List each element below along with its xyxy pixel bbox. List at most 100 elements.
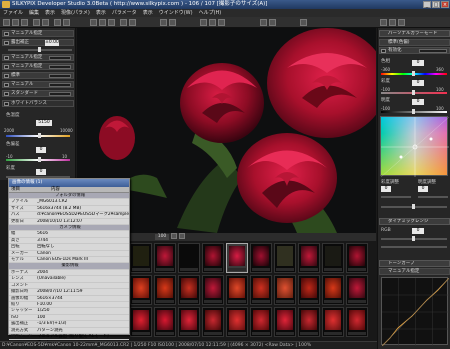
thumbnail[interactable] [274,275,296,305]
thumbnail[interactable] [322,275,344,305]
save-icon[interactable] [12,19,19,26]
sharpness-row[interactable]: 標準 [2,72,74,79]
zoom-out-icon[interactable] [179,233,185,239]
style-checkbox[interactable] [4,92,9,96]
thumbnail[interactable] [346,307,368,337]
menu-edit[interactable]: 編集 [29,9,39,17]
noise-row[interactable]: マニュアル [2,81,74,88]
undo-icon[interactable] [33,19,40,26]
tone-checkbox[interactable] [4,56,9,60]
info-icon[interactable] [218,19,225,26]
white-balance-checkbox[interactable] [4,102,9,106]
rotate-left-icon[interactable] [54,19,61,26]
dynamic-range-header[interactable]: ダイナミックレンジ [379,218,450,225]
menu-view-2[interactable]: 表示 [96,9,106,17]
lightness-value[interactable]: 0 [412,99,424,105]
preset-row[interactable]: マニュアル指定 [2,30,74,37]
color-dev-knob[interactable] [38,157,41,162]
tone-curve-header[interactable]: トーンカーブ [379,260,450,267]
maximize-button[interactable]: □ [432,1,440,8]
zoom-value[interactable]: 100 [155,234,169,240]
thumbnail[interactable] [250,307,272,337]
menu-help[interactable]: ヘルプ(H) [199,9,222,17]
sharpness-dropdown[interactable] [49,74,71,78]
tone-curve-select[interactable]: マニュアル指定 [379,268,450,275]
color-row[interactable]: マニュアル指定 [2,63,74,70]
noise-checkbox[interactable] [4,83,9,87]
rotate-right-icon[interactable] [63,19,70,26]
thumbnail[interactable] [322,307,344,337]
thumbnail[interactable] [322,243,344,273]
thumbnail[interactable] [346,275,368,305]
info-panel-title[interactable]: 画像の情報 (1) [9,179,129,187]
thumbnail[interactable] [154,243,176,273]
white-balance-header[interactable]: ホワイトバランス [2,100,74,107]
histogram-icon[interactable] [209,19,216,26]
open-folder-icon[interactable] [3,19,10,26]
color-dropdown[interactable] [49,65,71,69]
saturation-value[interactable]: 0 [36,169,46,175]
range-knob-c[interactable] [412,204,415,209]
hue-knob[interactable] [412,71,415,76]
color-temp-knob[interactable] [38,133,41,138]
tone-curve-graph[interactable] [381,277,450,347]
thumbnail[interactable] [226,307,248,337]
menu-file[interactable]: ファイル [3,9,23,17]
rgb-value[interactable]: 0 [412,228,424,234]
thumbnail[interactable] [202,243,224,273]
exposure-slider-knob[interactable] [38,47,41,52]
range-slider-b[interactable] [418,196,448,198]
color-dev-value[interactable]: 0 [36,147,46,153]
thumbnail[interactable] [130,275,152,305]
menu-parameter[interactable]: パラメータ [112,9,137,17]
thumbnail-selected[interactable] [226,243,248,273]
parameter-icon[interactable] [380,19,387,26]
exposure-value[interactable]: ±0.00 [45,40,59,46]
thumbnail[interactable] [274,307,296,337]
color-temp-value[interactable]: 5150 [36,120,52,126]
thumbnail[interactable] [130,307,152,337]
saturation-value-r[interactable]: 0 [412,80,424,86]
color-wheel[interactable] [380,116,450,178]
close-button[interactable]: × [441,1,449,8]
thumbnail[interactable] [250,275,272,305]
thumbnail[interactable] [274,243,296,273]
rgb-knob[interactable] [412,236,415,241]
rgb-slider-2[interactable] [381,246,447,248]
fullscreen-icon[interactable] [300,19,307,26]
zoom-icon[interactable] [120,19,127,26]
thumbnail[interactable] [250,243,272,273]
thumbnail[interactable] [178,307,200,337]
thumbnail[interactable] [226,275,248,305]
color-checkbox[interactable] [4,65,9,69]
thumbnail[interactable] [154,307,176,337]
tone-dropdown[interactable] [49,56,71,60]
range-slider-a[interactable] [381,196,411,198]
print-icon[interactable] [21,19,28,26]
color-mode-select[interactable]: 標準(色偏) [379,39,450,46]
thumbnail[interactable] [202,275,224,305]
menu-view-3[interactable]: 表示 [143,9,153,17]
paste-parameter-icon[interactable] [398,19,405,26]
grid-icon[interactable] [200,19,207,26]
thumbnail[interactable] [346,243,368,273]
thumbnail[interactable] [178,243,200,273]
sharpness-checkbox[interactable] [4,74,9,78]
copy-parameter-icon[interactable] [389,19,396,26]
saturation-knob-r[interactable] [412,90,415,95]
thumbnail[interactable] [298,243,320,273]
enable-checkbox[interactable] [381,49,386,53]
lightness-knob[interactable] [412,109,415,114]
thumbnail[interactable] [298,307,320,337]
thumbnail-view-icon[interactable] [90,19,97,26]
thumbnail[interactable] [202,307,224,337]
thumbnail[interactable] [298,275,320,305]
zoom-in-icon[interactable] [171,233,177,239]
thumbnail[interactable] [178,275,200,305]
preview-view-icon[interactable] [99,19,106,26]
thumbnail[interactable] [154,275,176,305]
thumbnail[interactable] [130,243,152,273]
range-value-b[interactable]: 0 [418,186,428,192]
tone-row[interactable]: マニュアル指定 [2,54,74,61]
menu-window[interactable]: ウインドウ(W) [159,9,193,17]
